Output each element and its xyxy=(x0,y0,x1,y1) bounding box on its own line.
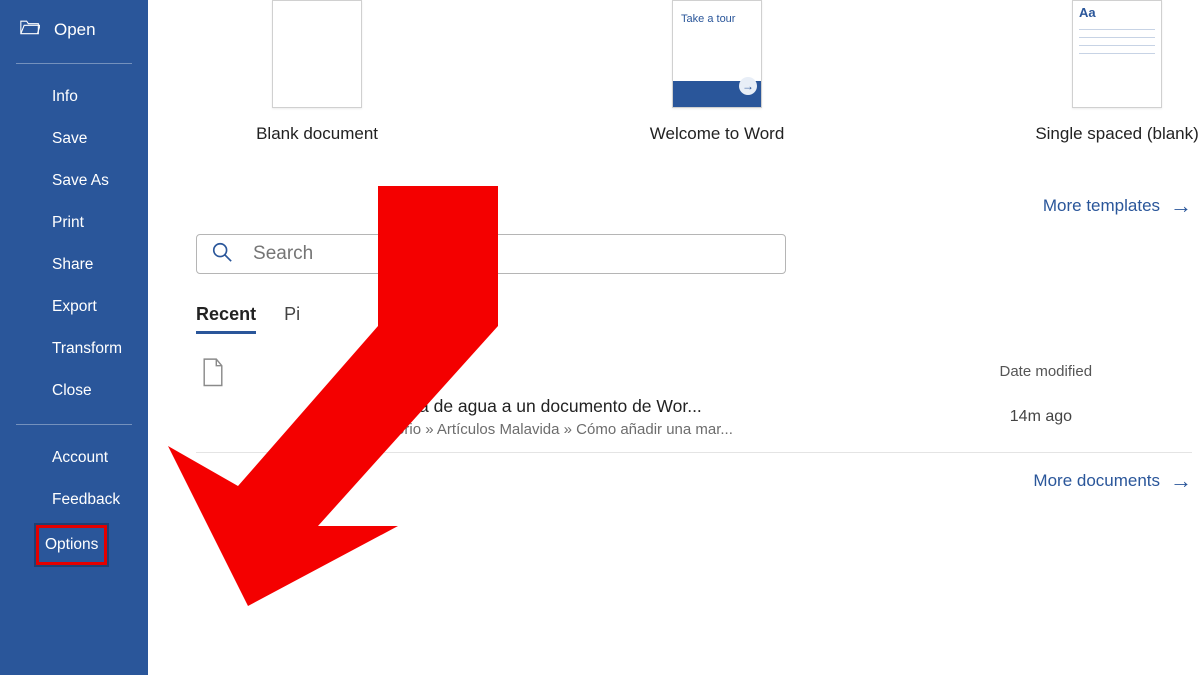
sidebar-item-account[interactable]: Account xyxy=(16,437,132,479)
template-label: Blank document xyxy=(256,124,378,144)
sidebar-group-file: Info Save Save As Print Share Export Tra… xyxy=(0,76,148,412)
template-aa: Aa xyxy=(1079,5,1096,20)
search-box[interactable] xyxy=(196,234,786,274)
more-templates-link[interactable]: More templates → xyxy=(196,196,1192,216)
template-thumb: Aa xyxy=(1072,0,1162,108)
document-info: una marca de agua a un documento de Wor.… xyxy=(346,396,733,438)
search-input[interactable] xyxy=(253,243,771,265)
template-line xyxy=(1079,45,1155,46)
template-line xyxy=(1079,29,1155,30)
file-icon xyxy=(202,358,224,384)
arrow-right-icon: → xyxy=(739,77,757,95)
tab-shared-with-me[interactable]: ith Me xyxy=(448,304,497,334)
tab-recent[interactable]: Recent xyxy=(196,304,256,334)
sidebar-item-print[interactable]: Print xyxy=(16,202,132,244)
sidebar-item-feedback[interactable]: Feedback xyxy=(16,479,132,521)
document-title: una marca de agua a un documento de Wor.… xyxy=(346,396,733,417)
sidebar-item-save-as[interactable]: Save As xyxy=(16,160,132,202)
backstage-sidebar: Open Info Save Save As Print Share Expor… xyxy=(0,0,148,675)
more-documents-link[interactable]: More documents → xyxy=(196,471,1192,491)
sidebar-item-save[interactable]: Save xyxy=(16,118,132,160)
template-line xyxy=(1079,53,1155,54)
sidebar-item-options[interactable]: Options xyxy=(36,525,107,565)
template-welcome-to-word[interactable]: Take a tour → Welcome to Word xyxy=(642,0,792,144)
template-label: Welcome to Word xyxy=(650,124,784,144)
sidebar-divider xyxy=(16,63,132,64)
template-blank-document[interactable]: Blank document xyxy=(242,0,392,144)
document-path: » Escritorio » Artículos Malavida » Cómo… xyxy=(346,421,733,438)
search-icon xyxy=(211,241,233,268)
template-single-spaced[interactable]: Aa Single spaced (blank) xyxy=(1042,0,1192,144)
templates-row: Blank document Take a tour → Welcome to … xyxy=(196,0,1192,144)
document-modified: 14m ago xyxy=(1010,408,1072,426)
tour-text: Take a tour xyxy=(681,13,735,25)
tab-pinned[interactable]: Pi xyxy=(284,304,300,334)
list-header: Date modified xyxy=(196,358,1192,384)
template-thumb xyxy=(272,0,362,108)
sidebar-item-info[interactable]: Info xyxy=(16,76,132,118)
template-line xyxy=(1079,37,1155,38)
sidebar-group-account: Account Feedback xyxy=(0,437,148,521)
sidebar-item-share[interactable]: Share xyxy=(16,244,132,286)
folder-open-icon xyxy=(20,18,40,41)
sidebar-item-open[interactable]: Open xyxy=(0,8,148,51)
template-label: Single spaced (blank) xyxy=(1035,124,1198,144)
document-tabs: Recent Pi ith Me xyxy=(196,304,1192,334)
sidebar-item-transform[interactable]: Transform xyxy=(16,328,132,370)
column-date-modified: Date modified xyxy=(999,363,1092,380)
sidebar-divider xyxy=(16,424,132,425)
sidebar-item-close[interactable]: Close xyxy=(16,370,132,412)
sidebar-item-export[interactable]: Export xyxy=(16,286,132,328)
more-templates-label: More templates xyxy=(1043,196,1160,216)
backstage-main: Blank document Take a tour → Welcome to … xyxy=(148,0,1200,675)
more-documents-label: More documents xyxy=(1033,471,1160,491)
sidebar-open-label: Open xyxy=(54,20,96,40)
template-thumb: Take a tour → xyxy=(672,0,762,108)
document-row[interactable]: una marca de agua a un documento de Wor.… xyxy=(196,384,1192,453)
